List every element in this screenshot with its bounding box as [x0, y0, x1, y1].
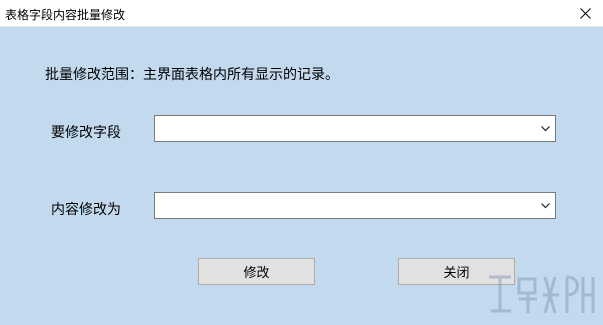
dialog-client-area: 批量修改范围：主界面表格内所有显示的记录。 要修改字段 内容修改为 修改 关闭: [0, 27, 603, 325]
close-window-button[interactable]: [567, 0, 603, 27]
chevron-down-icon: [541, 125, 550, 131]
batch-modify-dialog: 表格字段内容批量修改 批量修改范围：主界面表格内所有显示的记录。 要修改字段 内…: [0, 0, 603, 325]
scope-description: 批量修改范围：主界面表格内所有显示的记录。: [45, 67, 339, 83]
field-label: 要修改字段: [51, 125, 121, 141]
field-select[interactable]: [154, 115, 556, 142]
modify-button[interactable]: 修改: [198, 258, 315, 285]
site-logo-watermark: [489, 275, 595, 314]
content-select-dropdown[interactable]: [537, 194, 554, 217]
chevron-down-icon: [541, 202, 550, 208]
title-bar: 表格字段内容批量修改: [0, 0, 603, 27]
content-select[interactable]: [154, 192, 556, 219]
field-select-dropdown[interactable]: [537, 117, 554, 140]
content-label: 内容修改为: [51, 202, 121, 218]
window-title: 表格字段内容批量修改: [5, 8, 126, 22]
close-icon: [579, 8, 591, 19]
